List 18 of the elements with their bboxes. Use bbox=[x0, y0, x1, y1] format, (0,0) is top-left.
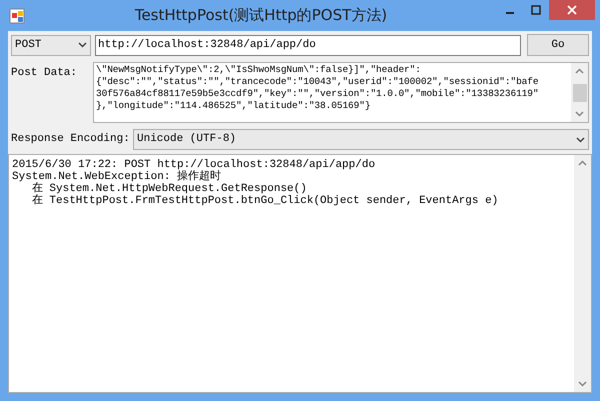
go-button[interactable]: Go bbox=[527, 34, 589, 56]
method-dropdown[interactable]: POST bbox=[11, 34, 91, 56]
minimize-icon bbox=[506, 12, 514, 14]
scroll-down-icon[interactable] bbox=[578, 381, 587, 387]
encoding-dropdown[interactable]: Unicode (UTF-8) bbox=[133, 129, 589, 150]
close-icon bbox=[567, 5, 577, 15]
post-data-label: Post Data: bbox=[11, 66, 78, 81]
url-field[interactable]: http://localhost:32848/api/app/do bbox=[95, 34, 521, 56]
response-output: 2015/6/30 17:22: POST http://localhost:32848/api/app/do System.Net.WebException: 操作超时 在 System.Net.HttpWebRequest.GetResponse() 在 TestHttpPost.FrmTestHttpPost.btnGo_Click(Object sender, EventArgs e) bbox=[11, 158, 500, 209]
chevron-down-icon bbox=[78, 42, 87, 48]
window-title: TestHttpPost(测试Http的POST方法) bbox=[134, 5, 388, 26]
app-icon bbox=[9, 8, 25, 24]
response-encoding-label: Response Encoding: bbox=[11, 132, 129, 148]
chevron-down-icon bbox=[576, 136, 585, 142]
scroll-up-icon[interactable] bbox=[578, 160, 587, 166]
close-button[interactable] bbox=[549, 0, 595, 20]
scrollbar[interactable] bbox=[574, 155, 591, 392]
maximize-icon bbox=[531, 5, 541, 15]
